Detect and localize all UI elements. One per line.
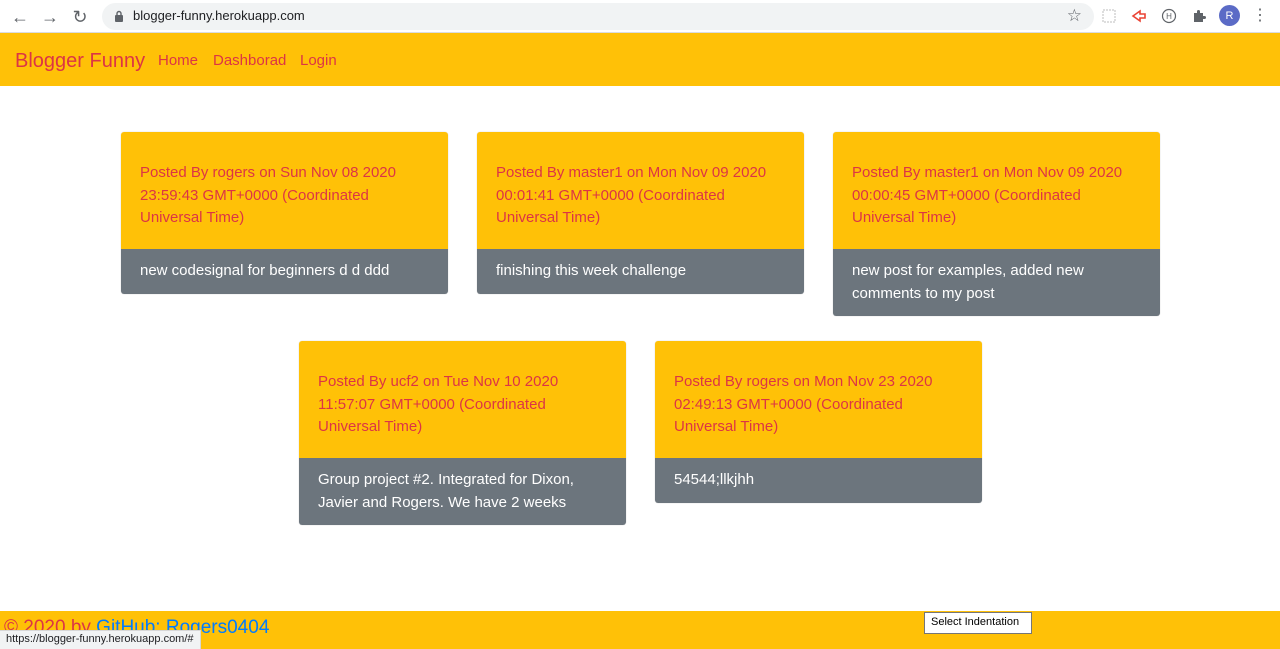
post-card: Posted By master1 on Mon Nov 09 2020 00:…	[477, 132, 804, 294]
post-header: Posted By ucf2 on Tue Nov 10 2020 11:57:…	[299, 341, 626, 458]
post-header: Posted By rogers on Mon Nov 23 2020 02:4…	[655, 341, 982, 458]
post-header: Posted By rogers on Sun Nov 08 2020 23:5…	[121, 132, 448, 249]
browser-menu-icon[interactable]: ⋮	[1252, 5, 1268, 27]
puzzle-extensions-icon[interactable]	[1189, 6, 1209, 26]
post-card: Posted By rogers on Sun Nov 08 2020 23:5…	[121, 132, 448, 294]
url-text: blogger-funny.herokuapp.com	[133, 8, 305, 23]
status-bar-url: https://blogger-funny.herokuapp.com/#	[0, 630, 201, 649]
browser-toolbar: ← → ↻ blogger-funny.herokuapp.com ☆ H R …	[0, 0, 1280, 33]
site-navbar: Blogger Funny Home Dashborad Login	[0, 33, 1280, 86]
post-body: Group project #2. Integrated for Dixon, …	[299, 458, 626, 525]
bookmark-star-icon[interactable]: ☆	[1067, 6, 1082, 26]
post-card: Posted By rogers on Mon Nov 23 2020 02:4…	[655, 341, 982, 503]
reload-icon[interactable]: ↻	[69, 6, 91, 28]
extension-circle-icon[interactable]: H	[1159, 6, 1179, 26]
post-card: Posted By master1 on Mon Nov 09 2020 00:…	[833, 132, 1160, 316]
brand-link[interactable]: Blogger Funny	[15, 50, 145, 73]
post-body: new codesignal for beginners d d ddd	[121, 249, 448, 294]
post-body: new post for examples, added new comment…	[833, 249, 1160, 316]
post-header: Posted By master1 on Mon Nov 09 2020 00:…	[833, 132, 1160, 249]
profile-avatar[interactable]: R	[1219, 5, 1240, 26]
select-indentation-tooltip: Select Indentation	[924, 612, 1032, 634]
post-body: 54544;llkjhh	[655, 458, 982, 503]
post-card: Posted By ucf2 on Tue Nov 10 2020 11:57:…	[299, 341, 626, 525]
lock-icon	[115, 10, 123, 22]
address-bar[interactable]: blogger-funny.herokuapp.com ☆	[102, 3, 1094, 30]
post-header: Posted By master1 on Mon Nov 09 2020 00:…	[477, 132, 804, 249]
nav-login-link[interactable]: Login	[300, 52, 337, 69]
nav-home-link[interactable]: Home	[158, 52, 198, 69]
nav-dashboard-link[interactable]: Dashborad	[213, 52, 286, 69]
forward-arrow-icon[interactable]: →	[39, 6, 61, 28]
svg-text:H: H	[1166, 12, 1172, 21]
back-arrow-icon[interactable]: ←	[9, 6, 31, 28]
post-body: finishing this week challenge	[477, 249, 804, 294]
extension-arrow-icon[interactable]	[1129, 6, 1149, 26]
extension-icon[interactable]	[1099, 6, 1119, 26]
